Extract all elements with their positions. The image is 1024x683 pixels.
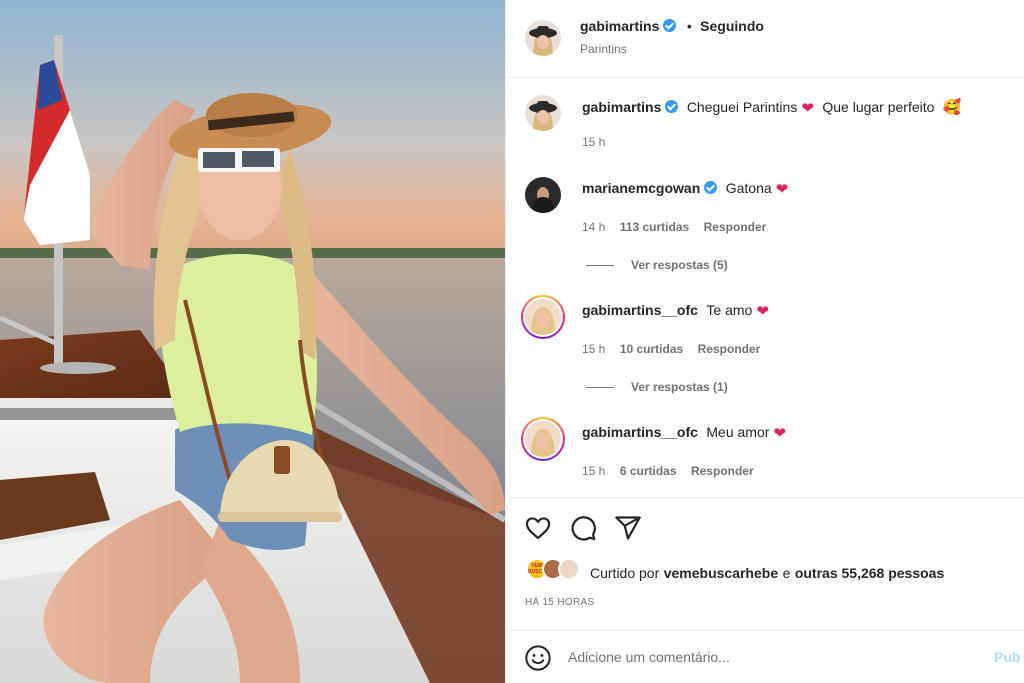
red-heart-emoji-icon: ❤: [756, 303, 769, 320]
reply-button[interactable]: Responder: [691, 464, 754, 478]
caption-text-part2: Que lugar perfeito: [822, 99, 935, 115]
caption-text: gabimartins Cheguei Parintins ❤ Que lugar…: [582, 98, 962, 117]
liked-by-conj: e: [782, 565, 791, 581]
author-avatar[interactable]: [525, 20, 561, 56]
author-username[interactable]: gabimartins: [580, 18, 659, 34]
red-heart-emoji-icon: ❤: [775, 181, 789, 198]
verified-badge-icon: [665, 100, 679, 113]
caption-text-part1: Cheguei Parintins: [686, 99, 798, 115]
comment-likes[interactable]: 113 curtidas: [620, 220, 689, 234]
smiling-hearts-emoji-icon: 🥰: [942, 99, 962, 116]
add-comment-bar: Pub: [506, 630, 1024, 683]
liked-by-avatars[interactable]: VEM BUSCAR: [526, 558, 586, 582]
comment-username[interactable]: gabimartins__ofc: [582, 424, 698, 440]
liked-by-prefix: Curtido por: [590, 565, 660, 581]
liked-by-text: Curtido por vemebuscarhebe e outras 55,2…: [590, 565, 944, 583]
post-photo[interactable]: [0, 0, 505, 683]
paper-plane-icon[interactable]: [614, 514, 642, 542]
comment-2-text: gabimartins__ofc Te amo ❤: [582, 302, 769, 320]
post-header: gabimartins • Seguindo Parintins: [506, 0, 1024, 78]
liked-by-user[interactable]: vemebuscarhebe: [664, 565, 778, 581]
replies-divider: [586, 265, 614, 266]
view-replies-button[interactable]: Ver respostas (5): [631, 258, 728, 272]
liked-by-others[interactable]: outras 55,268 pessoas: [795, 565, 944, 581]
comment-likes[interactable]: 10 curtidas: [620, 342, 683, 356]
comment-avatar[interactable]: [525, 177, 561, 213]
comment-3-text: gabimartins__ofc Meu amor ❤: [582, 424, 786, 442]
comment-time[interactable]: 14 h: [582, 220, 605, 234]
comment-body: Meu amor: [706, 424, 770, 440]
smiley-icon[interactable]: [524, 644, 552, 672]
comment-bubble-icon[interactable]: [569, 514, 597, 542]
post-timestamp[interactable]: HÁ 15 HORAS: [525, 597, 594, 608]
liker-avatar: [558, 558, 580, 580]
caption-username[interactable]: gabimartins: [582, 99, 661, 115]
comment-time[interactable]: 15 h: [582, 342, 605, 356]
red-heart-emoji-icon: ❤: [801, 100, 814, 117]
comment-time[interactable]: 15 h: [582, 464, 605, 478]
reply-button[interactable]: Responder: [704, 220, 767, 234]
comment-username[interactable]: gabimartins__ofc: [582, 302, 698, 318]
comment-1-text: marianemcgowan Gatona ❤: [582, 180, 788, 198]
caption-time[interactable]: 15 h: [582, 135, 605, 149]
comment-username[interactable]: marianemcgowan: [582, 180, 700, 196]
replies-divider: [586, 387, 614, 388]
caption-avatar[interactable]: [525, 95, 561, 131]
verified-badge-icon: [704, 181, 718, 194]
post-actions: VEM BUSCAR Curtido por vemebuscarhebe e …: [506, 497, 1024, 627]
comment-3-meta: 15 h 6 curtidas Responder: [582, 462, 754, 480]
following-button[interactable]: Seguindo: [700, 18, 764, 34]
comment-body: Gatona: [725, 180, 772, 196]
view-replies-button[interactable]: Ver respostas (1): [631, 380, 728, 394]
post-comment-button[interactable]: Pub: [994, 649, 1020, 665]
comment-likes[interactable]: 6 curtidas: [620, 464, 677, 478]
verified-badge-icon: [663, 19, 677, 32]
red-heart-emoji-icon: ❤: [773, 425, 786, 442]
separator-dot: •: [686, 18, 692, 34]
comment-1-meta: 14 h 113 curtidas Responder: [582, 218, 766, 236]
post-detail-panel: gabimartins • Seguindo Parintins gabimar…: [505, 0, 1024, 683]
post-location[interactable]: Parintins: [580, 42, 627, 56]
photo-illustration: [0, 0, 505, 683]
story-ring-avatar[interactable]: [521, 295, 565, 339]
story-ring-avatar[interactable]: [521, 417, 565, 461]
comment-input[interactable]: [568, 649, 948, 665]
heart-outline-icon[interactable]: [524, 514, 552, 542]
reply-button[interactable]: Responder: [698, 342, 761, 356]
comment-body: Te amo: [706, 302, 753, 318]
comment-2-meta: 15 h 10 curtidas Responder: [582, 340, 760, 358]
